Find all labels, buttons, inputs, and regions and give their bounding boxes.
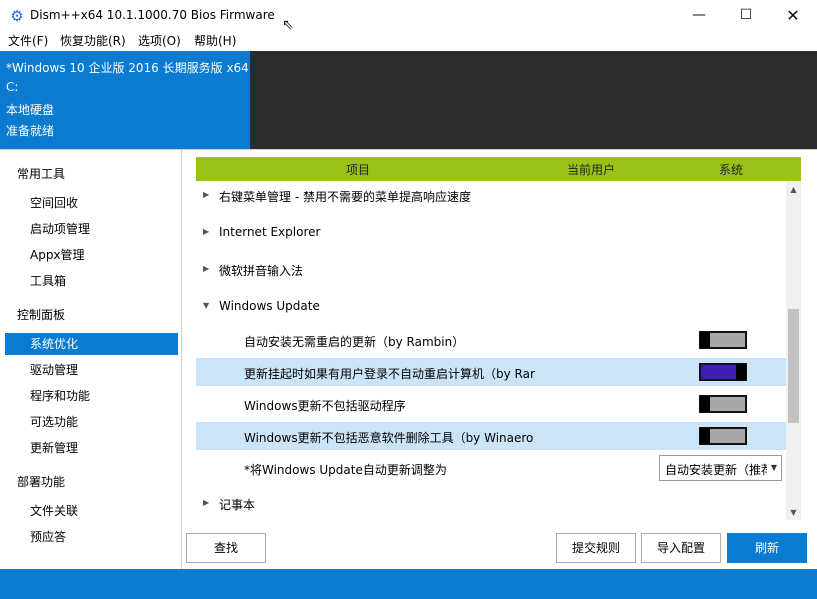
session-info-panel[interactable]: *Windows 10 企业版 2016 长期服务版 x64 C: 本地硬盘 准… — [0, 51, 250, 149]
option-row[interactable]: 自动安装无需重启的更新（by Rambin） — [196, 326, 786, 354]
collapse-arrow-icon[interactable]: ▼ — [203, 301, 209, 310]
tree-group-pinyin-ime[interactable]: ▶ 微软拼音输入法 — [196, 255, 786, 283]
close-button[interactable]: ✕ — [770, 0, 816, 31]
gear-cluster-icon: ⚙ — [10, 7, 24, 25]
sidebar-item-appx[interactable]: Appx管理 — [5, 244, 178, 266]
system-toggle[interactable] — [699, 363, 747, 381]
sidebar: 常用工具 空间回收 启动项管理 Appx管理 工具箱 控制面板 系统优化 驱动管… — [0, 149, 182, 570]
minimize-button[interactable]: — — [676, 0, 722, 31]
tree-group-context-menu[interactable]: ▶ 右键菜单管理 - 禁用不需要的菜单提高响应速度 — [196, 181, 786, 209]
expand-arrow-icon[interactable]: ▶ — [203, 498, 209, 507]
system-toggle[interactable] — [699, 427, 747, 445]
tree-group-windows-update[interactable]: ▼ Windows Update — [196, 292, 786, 320]
sidebar-item-drivers[interactable]: 驱动管理 — [5, 359, 178, 381]
drive-letter: C: — [6, 80, 19, 94]
option-row[interactable]: Windows更新不包括恶意软件删除工具（by Winaero — [196, 422, 786, 450]
scroll-down-icon[interactable]: ▼ — [786, 505, 801, 520]
chevron-down-icon: ▼ — [767, 456, 781, 480]
sidebar-category-control-panel[interactable]: 控制面板 — [17, 306, 65, 323]
sidebar-item-file-association[interactable]: 文件关联 — [5, 500, 178, 522]
scroll-up-icon[interactable]: ▲ — [786, 182, 801, 197]
sidebar-item-optional-features[interactable]: 可选功能 — [5, 411, 178, 433]
expand-arrow-icon[interactable]: ▶ — [203, 190, 209, 199]
status-bar — [0, 569, 817, 599]
system-name: *Windows 10 企业版 2016 长期服务版 x64 — [6, 61, 249, 75]
sidebar-item-toolbox[interactable]: 工具箱 — [5, 270, 178, 292]
sidebar-item-system-optimize[interactable]: 系统优化 — [5, 333, 178, 355]
session-list-area — [250, 51, 817, 149]
sidebar-item-space-reclaim[interactable]: 空间回收 — [5, 192, 178, 214]
sidebar-item-answer-file[interactable]: 预应答 — [5, 526, 178, 548]
column-item[interactable]: 项目 — [346, 161, 370, 178]
auto-update-mode-select[interactable]: 自动安装更新（推荐） ▼ — [659, 455, 782, 481]
menu-options[interactable]: 选项(O) — [138, 32, 181, 49]
column-current-user[interactable]: 当前用户 — [567, 161, 615, 178]
table-header: 项目 当前用户 系统 — [196, 157, 801, 181]
sidebar-item-startup[interactable]: 启动项管理 — [5, 218, 178, 240]
sidebar-item-programs[interactable]: 程序和功能 — [5, 385, 178, 407]
disk-type: 本地硬盘 — [6, 103, 55, 117]
import-config-button[interactable]: 导入配置 — [641, 533, 721, 563]
window-title: Dism++x64 10.1.1000.70 Bios Firmware — [30, 8, 275, 22]
status-text: 准备就绪 — [6, 124, 55, 138]
scrollbar-thumb[interactable] — [788, 309, 799, 423]
option-row[interactable]: Windows更新不包括驱动程序 — [196, 390, 786, 418]
tree-group-notepad[interactable]: ▶ 记事本 — [196, 489, 786, 517]
option-row[interactable]: 更新挂起时如果有用户登录不自动重启计算机（by Rar — [196, 358, 786, 386]
submit-rules-button[interactable]: 提交规则 — [556, 533, 636, 563]
column-system[interactable]: 系统 — [719, 161, 743, 178]
expand-arrow-icon[interactable]: ▶ — [203, 264, 209, 273]
system-toggle[interactable] — [699, 395, 747, 413]
maximize-button[interactable]: ☐ — [723, 0, 769, 31]
menu-help[interactable]: 帮助(H) — [194, 32, 236, 49]
find-button[interactable]: 查找 — [186, 533, 266, 563]
expand-arrow-icon[interactable]: ▶ — [203, 227, 209, 236]
menu-recovery[interactable]: 恢复功能(R) — [60, 32, 126, 49]
refresh-button[interactable]: 刷新 — [727, 533, 807, 563]
sidebar-category-deployment[interactable]: 部署功能 — [17, 473, 65, 490]
menu-file[interactable]: 文件(F) — [8, 32, 48, 49]
sidebar-category-common-tools[interactable]: 常用工具 — [17, 165, 65, 182]
tree-group-internet-explorer[interactable]: ▶ Internet Explorer — [196, 218, 786, 246]
sidebar-item-updates[interactable]: 更新管理 — [5, 437, 178, 459]
system-toggle[interactable] — [699, 331, 747, 349]
